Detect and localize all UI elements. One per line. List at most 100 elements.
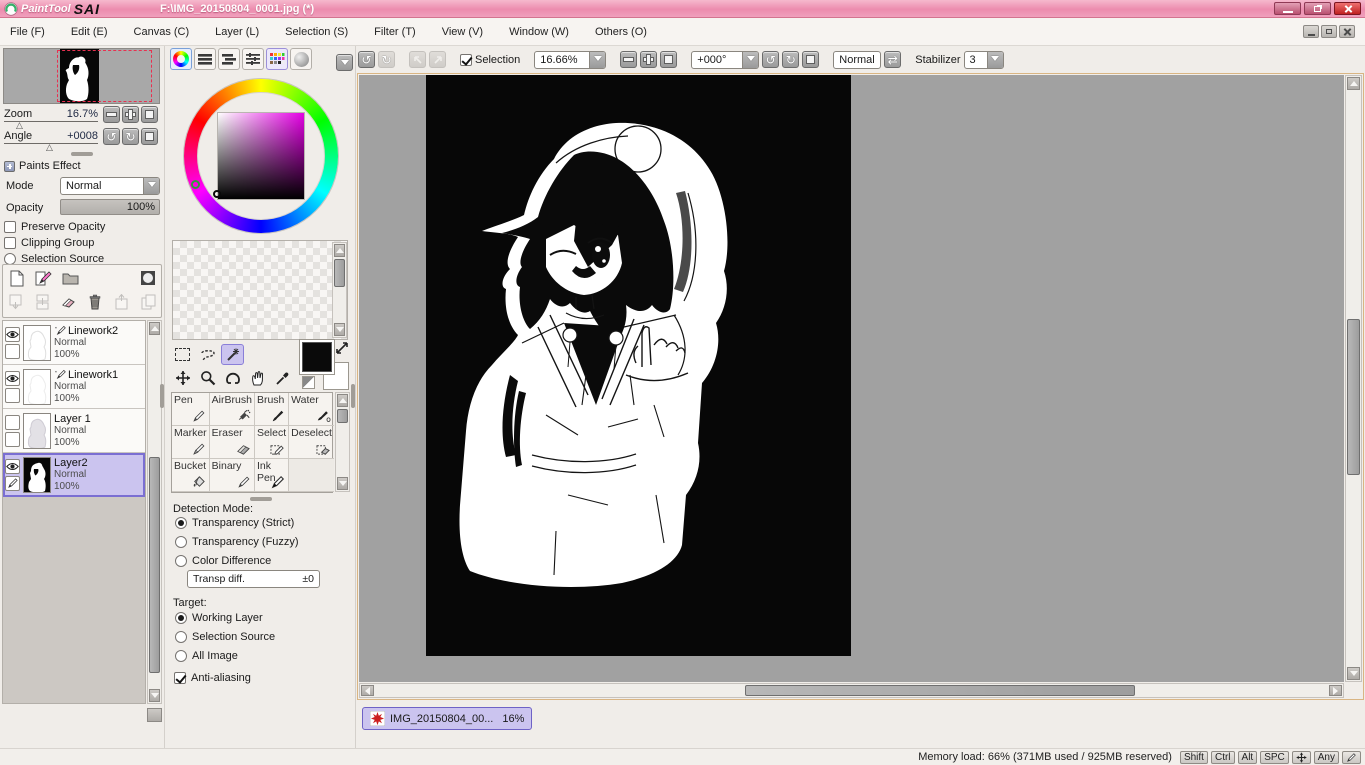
tool-pen[interactable]: Pen: [172, 393, 210, 426]
menu-filter[interactable]: Filter (T): [374, 26, 416, 38]
selection-visible-checkbox[interactable]: [460, 54, 472, 66]
saturation-value-square[interactable]: [218, 113, 304, 199]
move-mode-badge[interactable]: [1292, 751, 1311, 764]
view-mode-box[interactable]: Normal: [833, 51, 881, 69]
canvas-horizontal-scrollbar[interactable]: [359, 683, 1344, 698]
tool-binary[interactable]: Binary: [210, 459, 255, 492]
rotate-cw-button[interactable]: ↻: [782, 51, 799, 68]
new-layer-button[interactable]: [7, 269, 25, 287]
scratchpad-scrollbar[interactable]: [332, 242, 347, 338]
angle-slider-handle[interactable]: △: [46, 142, 53, 153]
transfer-down-button[interactable]: [7, 293, 25, 311]
mixer-tab[interactable]: [242, 48, 264, 70]
scroll-down-arrow[interactable]: [334, 323, 345, 336]
selection-redo-button[interactable]: [429, 51, 446, 68]
close-button[interactable]: [1334, 2, 1361, 15]
layer-paint-toggle[interactable]: [5, 388, 20, 403]
scrollbar-thumb[interactable]: [334, 259, 345, 287]
scrollbar-thumb[interactable]: [745, 685, 1135, 696]
scrollbar-thumb[interactable]: [1347, 319, 1360, 475]
clear-layer-button[interactable]: [60, 293, 78, 311]
chevron-down-icon[interactable]: [143, 178, 159, 194]
lasso-tool[interactable]: [196, 344, 219, 365]
layer-paint-toggle[interactable]: [5, 476, 20, 491]
canvas-artwork[interactable]: [426, 75, 851, 656]
layer-visibility-toggle[interactable]: [5, 371, 20, 386]
angle-reset-button[interactable]: [141, 128, 158, 145]
layer-mask-button[interactable]: [139, 269, 157, 287]
zoom-tool[interactable]: [196, 367, 219, 388]
scroll-left-arrow[interactable]: [361, 685, 374, 696]
copy-layer-button[interactable]: [140, 293, 158, 311]
layer-thumbnail[interactable]: [23, 325, 51, 361]
opacity-slider[interactable]: 100%: [60, 199, 160, 215]
hand-tool[interactable]: [246, 367, 269, 388]
working-layer-radio[interactable]: [175, 612, 187, 624]
transp-diff-input[interactable]: Transp diff. ±0: [187, 570, 320, 588]
chevron-down-icon[interactable]: [987, 52, 1003, 68]
menu-view[interactable]: View (V): [442, 26, 483, 38]
menu-canvas[interactable]: Canvas (C): [134, 26, 190, 38]
any-key-badge[interactable]: Any: [1314, 751, 1339, 764]
target-selection-source-row[interactable]: Selection Source: [175, 631, 275, 643]
scroll-up-arrow[interactable]: [1347, 77, 1360, 90]
rotate-ccw-button[interactable]: ↺: [762, 51, 779, 68]
rotate-cw-button[interactable]: ↻: [122, 128, 139, 145]
rgb-sliders-tab[interactable]: [194, 48, 216, 70]
layer-paint-toggle[interactable]: [5, 344, 20, 359]
color-ball-tab[interactable]: [290, 48, 312, 70]
doc-close-button[interactable]: [1339, 25, 1355, 38]
menu-window[interactable]: Window (W): [509, 26, 569, 38]
redo-button[interactable]: ↻: [378, 51, 395, 68]
scroll-up-arrow[interactable]: [334, 244, 345, 257]
layers-scrollbar[interactable]: [147, 320, 162, 704]
menu-others[interactable]: Others (O): [595, 26, 647, 38]
scroll-right-arrow[interactable]: [1329, 685, 1342, 696]
tool-select[interactable]: Select: [255, 426, 289, 459]
anti-aliasing-checkbox[interactable]: [174, 672, 186, 684]
space-key-badge[interactable]: SPC: [1260, 751, 1289, 764]
magic-wand-tool[interactable]: [221, 344, 244, 365]
anti-aliasing-row[interactable]: Anti-aliasing: [174, 672, 251, 684]
foreground-color-swatch[interactable]: [302, 342, 332, 372]
selection-undo-button[interactable]: [409, 51, 426, 68]
layer-row-linework1[interactable]: Linework1 Normal 100%: [3, 365, 145, 409]
zoom-in-button[interactable]: [122, 106, 139, 123]
raise-layer-button[interactable]: [113, 293, 131, 311]
target-working-layer-row[interactable]: Working Layer: [175, 612, 263, 624]
default-colors-icon[interactable]: [302, 376, 315, 389]
zoom-dropdown[interactable]: 16.66%: [534, 51, 606, 69]
zoom-reset-button[interactable]: [660, 51, 677, 68]
preserve-opacity-row[interactable]: Preserve Opacity: [4, 221, 105, 233]
all-image-radio[interactable]: [175, 650, 187, 662]
rotate-canvas-tool[interactable]: [221, 367, 244, 388]
tool-marker[interactable]: Marker: [172, 426, 210, 459]
detection-colordiff-row[interactable]: Color Difference: [175, 555, 271, 567]
minimize-button[interactable]: [1274, 2, 1301, 15]
ctrl-key-badge[interactable]: Ctrl: [1211, 751, 1235, 764]
chevron-down-icon[interactable]: [589, 52, 605, 68]
target-all-image-row[interactable]: All Image: [175, 650, 238, 662]
tool-airbrush[interactable]: AirBrush: [210, 393, 255, 426]
delete-layer-button[interactable]: [87, 293, 105, 311]
flip-horizontal-button[interactable]: ⇄: [884, 51, 901, 68]
zoom-in-button[interactable]: [640, 51, 657, 68]
layer-row-layer2-selected[interactable]: Layer2 Normal 100%: [3, 453, 145, 497]
hsv-sliders-tab[interactable]: [218, 48, 240, 70]
tool-inkpen[interactable]: Ink Pen: [255, 459, 289, 492]
tool-eraser[interactable]: Eraser: [210, 426, 255, 459]
angle-reset-button[interactable]: [802, 51, 819, 68]
left-panel-grip[interactable]: [160, 384, 164, 408]
menu-layer[interactable]: Layer (L): [215, 26, 259, 38]
title-bar[interactable]: PaintTool SAI F:\IMG_20150804_0001.jpg (…: [0, 0, 1365, 18]
preserve-opacity-checkbox[interactable]: [4, 221, 16, 233]
scroll-up-arrow[interactable]: [337, 394, 348, 407]
menu-selection[interactable]: Selection (S): [285, 26, 348, 38]
clipping-group-row[interactable]: Clipping Group: [4, 237, 94, 249]
doc-minimize-button[interactable]: [1303, 25, 1319, 38]
layer-thumbnail[interactable]: [23, 457, 51, 493]
document-tab[interactable]: IMG_20150804_00... 16%: [362, 707, 532, 730]
layer-visibility-toggle[interactable]: [5, 415, 20, 430]
chevron-down-icon[interactable]: [742, 52, 758, 68]
navigator-preview[interactable]: [3, 48, 160, 104]
